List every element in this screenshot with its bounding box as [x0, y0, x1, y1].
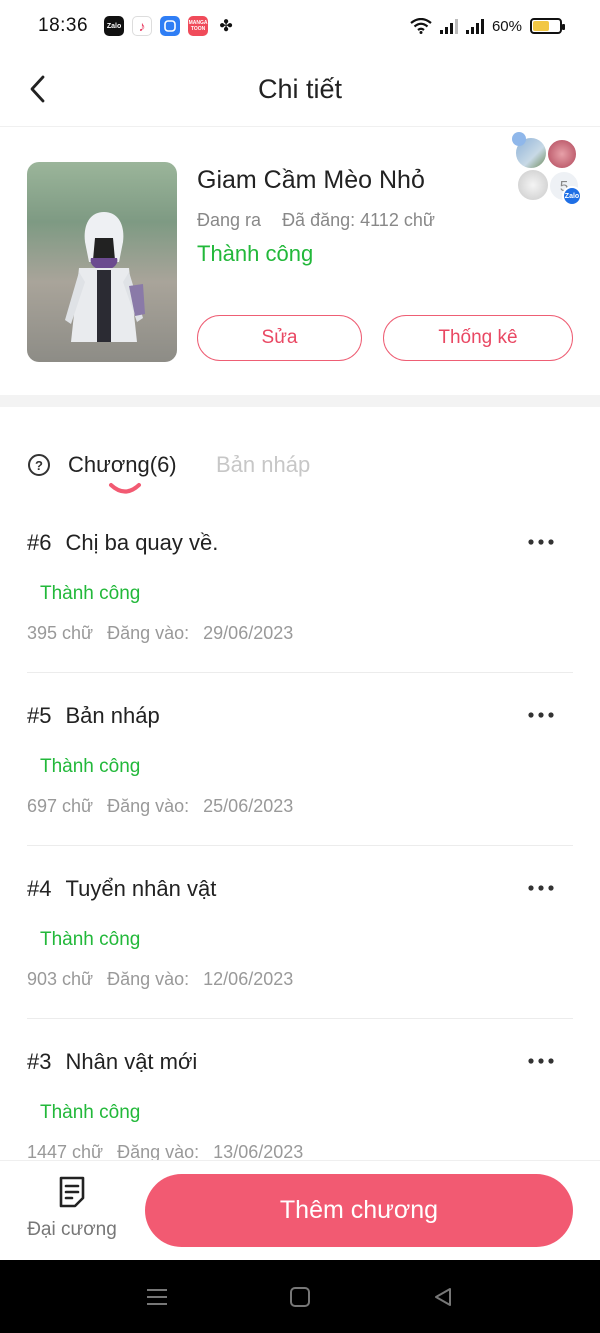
back-button[interactable] — [22, 72, 54, 106]
signal-icon — [465, 18, 484, 34]
book-meta: Đang ra Đã đăng: 4112 chữ — [197, 210, 435, 231]
signal-icon — [439, 18, 458, 34]
chapter-meta: 395 chữ Đăng vào: 29/06/2023 — [27, 623, 293, 644]
chapter-word-count: 697 chữ — [27, 796, 94, 816]
chapter-number: #4 — [27, 876, 52, 901]
chapter-status: Thành công — [40, 1102, 141, 1123]
chapter-number: #5 — [27, 703, 52, 728]
battery-level — [533, 21, 549, 31]
chevron-left-icon — [30, 75, 45, 103]
status-app-icons: Zalo ♪ MANGA TOON ✤ — [104, 16, 236, 36]
chapter-list: #6 Chị ba quay về. Thành công 395 chữ Đăng… — [0, 500, 600, 1160]
zalo-badge-icon: Zalo — [562, 186, 582, 206]
status-bar: 18:36 Zalo ♪ MANGA TOON ✤ 60% — [0, 0, 600, 52]
more-options-button[interactable] — [525, 874, 557, 902]
chapter-name: Nhân vật mới — [65, 1049, 198, 1074]
chapter-date: 12/06/2023 — [203, 969, 294, 989]
chapter-item[interactable]: #6 Chị ba quay về. Thành công 395 chữ Đăng… — [27, 500, 573, 673]
section-divider — [0, 395, 600, 407]
more-horizontal-icon — [528, 539, 554, 545]
chapter-number: #3 — [27, 1049, 52, 1074]
cover-figure-illustration — [65, 212, 145, 342]
messenger-icon — [160, 16, 181, 36]
more-options-button[interactable] — [525, 528, 557, 556]
tab-chapters[interactable]: Chương(6) — [68, 452, 177, 478]
manga-toon-icon: MANGA TOON — [188, 16, 209, 36]
chapter-date-label: Đăng vào: — [107, 623, 190, 643]
chapter-word-count: 395 chữ — [27, 623, 94, 643]
more-horizontal-icon — [528, 885, 554, 891]
chapter-item[interactable]: #3 Nhân vật mới Thành công 1447 chữ Đăng v… — [27, 1019, 573, 1160]
chapter-title: #5 Bản nháp — [27, 703, 160, 729]
chapter-word-count: 903 chữ — [27, 969, 94, 989]
battery-percent: 60% — [491, 17, 522, 35]
chapter-word-count: 1447 chữ — [27, 1142, 104, 1160]
active-tab-indicator — [109, 483, 141, 494]
maple-leaf-icon: ✤ — [219, 18, 233, 35]
chapter-date-label: Đăng vào: — [107, 969, 190, 989]
chapter-date: 25/06/2023 — [203, 796, 294, 816]
book-word-count: Đã đăng: 4112 chữ — [282, 210, 435, 230]
square-icon — [290, 1287, 310, 1307]
edit-button[interactable]: Sửa — [197, 315, 362, 361]
outline-label: Đại cương — [27, 1219, 117, 1240]
book-title: Giam Cầm Mèo Nhỏ — [197, 166, 425, 194]
more-horizontal-icon — [528, 1058, 554, 1064]
avatar — [516, 168, 550, 202]
bottom-action-bar: Đại cương Thêm chương — [0, 1160, 600, 1260]
chapter-date: 13/06/2023 — [213, 1142, 304, 1160]
add-chapter-button[interactable]: Thêm chương — [145, 1174, 573, 1247]
avatar — [546, 138, 578, 170]
page-title: Chi tiết — [257, 73, 343, 104]
chapter-title: #6 Chị ba quay về. — [27, 530, 218, 556]
chapter-date-label: Đăng vào: — [117, 1142, 200, 1160]
chapter-title: #3 Nhân vật mới — [27, 1049, 197, 1075]
chapter-meta: 1447 chữ Đăng vào: 13/06/2023 — [27, 1142, 303, 1160]
floating-chat-bubble[interactable]: 5 Zalo — [512, 132, 582, 206]
status-time: 18:36 — [38, 15, 89, 36]
menu-lines-icon — [147, 1289, 167, 1305]
recent-apps-button[interactable] — [142, 1282, 172, 1312]
battery-icon — [530, 18, 565, 34]
more-horizontal-icon — [528, 712, 554, 718]
chapter-meta: 903 chữ Đăng vào: 12/06/2023 — [27, 969, 293, 990]
triangle-back-icon — [435, 1288, 451, 1306]
chapter-status: Thành công — [40, 756, 141, 777]
tab-drafts[interactable]: Bản nháp — [216, 452, 310, 478]
chapter-name: Bản nháp — [65, 703, 160, 728]
more-options-button[interactable] — [525, 1047, 557, 1075]
book-card: Giam Cầm Mèo Nhỏ Đang ra Đã đăng: 4112 c… — [0, 128, 600, 395]
page-header: Chi tiết — [0, 52, 600, 127]
chapter-date: 29/06/2023 — [203, 623, 294, 643]
chapter-date-label: Đăng vào: — [107, 796, 190, 816]
tiktok-icon: ♪ — [132, 16, 153, 36]
chapter-meta: 697 chữ Đăng vào: 25/06/2023 — [27, 796, 293, 817]
document-outline-icon — [59, 1176, 85, 1208]
home-button[interactable] — [285, 1282, 315, 1312]
system-nav-bar — [0, 1260, 600, 1333]
chapter-name: Chị ba quay về. — [65, 530, 219, 555]
book-state: Đang ra — [197, 210, 262, 230]
zalo-icon: Zalo — [104, 16, 125, 36]
outline-button[interactable]: Đại cương — [22, 1175, 122, 1253]
wifi-icon — [410, 18, 432, 34]
back-nav-button[interactable] — [428, 1282, 458, 1312]
avatar-dot — [512, 132, 526, 146]
chapter-item[interactable]: #4 Tuyển nhân vật Thành công 903 chữ Đăng … — [27, 846, 573, 1019]
chapter-status: Thành công — [40, 929, 141, 950]
stats-button[interactable]: Thống kê — [383, 315, 573, 361]
chapter-tabs: ? Chương(6) Bản nháp — [0, 440, 600, 500]
chapter-title: #4 Tuyển nhân vật — [27, 876, 216, 902]
chapter-item[interactable]: #5 Bản nháp Thành công 697 chữ Đăng vào: 25… — [27, 673, 573, 846]
book-status: Thành công — [197, 241, 314, 266]
chapter-number: #6 — [27, 530, 52, 555]
chapter-name: Tuyển nhân vật — [65, 876, 217, 901]
question-circle-icon[interactable]: ? — [28, 454, 50, 476]
chapter-status: Thành công — [40, 583, 141, 604]
status-indicators: 60% — [410, 17, 565, 35]
book-cover-image[interactable] — [27, 162, 177, 362]
more-options-button[interactable] — [525, 701, 557, 729]
